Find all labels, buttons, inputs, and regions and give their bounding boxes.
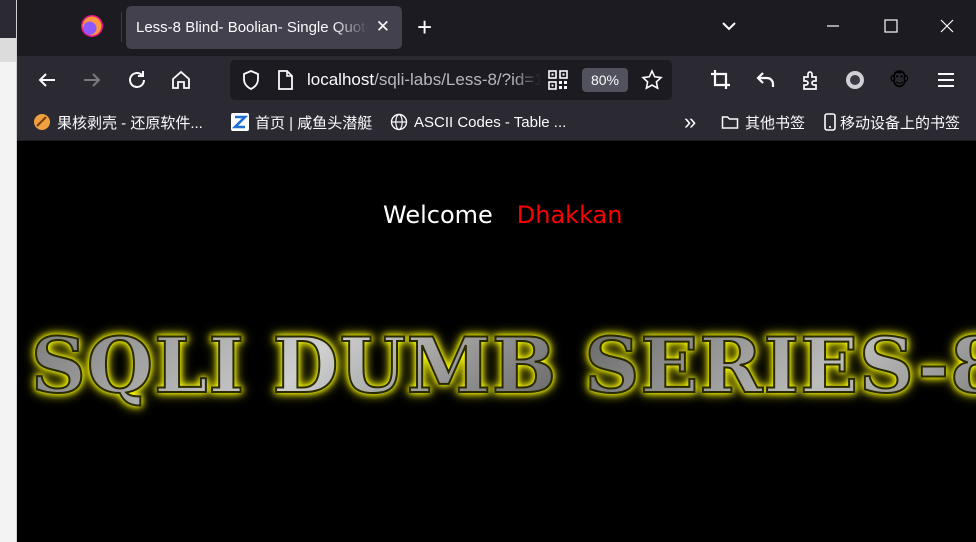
z-logo-icon	[231, 113, 249, 131]
bookmark-item[interactable]: ASCII Codes - Table ...	[390, 112, 566, 132]
hamburger-menu-icon[interactable]	[934, 68, 958, 92]
orange-badge-icon	[33, 113, 51, 131]
address-bar[interactable]: localhost/sqli-labs/Less-8/?id=1 80%	[230, 60, 672, 100]
mobile-phone-icon	[823, 113, 837, 131]
other-bookmarks-folder[interactable]: 其他书签	[721, 112, 805, 132]
crop-icon[interactable]	[709, 68, 733, 92]
tampermonkey-avatar-icon[interactable]: 🐵	[889, 68, 913, 92]
reload-icon[interactable]	[125, 68, 149, 92]
record-circle-icon[interactable]	[843, 68, 867, 92]
extensions-puzzle-icon[interactable]	[799, 68, 823, 92]
chevron-down-icon[interactable]	[717, 14, 741, 38]
tab-strip: Less-8 Blind- Boolian- Single Quotes- St…	[17, 0, 976, 56]
bookmarks-overflow-button[interactable]: »	[684, 109, 696, 134]
zoom-level-button[interactable]: 80%	[582, 68, 628, 92]
navigation-toolbar: localhost/sqli-labs/Less-8/?id=1 80% 🐵	[17, 56, 976, 104]
bookmarks-toolbar: 果核剥壳 - 还原软件... 首页 | 咸鱼头潜艇 ASCII Codes - …	[17, 104, 976, 141]
minimize-icon[interactable]	[823, 16, 843, 36]
welcome-text: Welcome	[383, 201, 493, 229]
firefox-logo-icon[interactable]	[81, 15, 103, 37]
home-icon[interactable]	[169, 68, 193, 92]
close-window-icon[interactable]	[937, 16, 957, 36]
qr-code-icon[interactable]	[548, 70, 568, 90]
new-tab-button[interactable]: +	[417, 13, 432, 41]
browser-window: Less-8 Blind- Boolian- Single Quotes- St…	[17, 0, 976, 542]
tab-title: Less-8 Blind- Boolian- Single Quotes- St…	[136, 19, 368, 36]
page-info-icon[interactable]	[275, 69, 295, 91]
undo-arrow-icon[interactable]	[754, 68, 778, 92]
screen: Less-8 Blind- Boolian- Single Quotes- St…	[0, 0, 976, 542]
maximize-icon[interactable]	[881, 16, 901, 36]
url-path: /sqli-labs/Less-8/?id=1	[374, 70, 541, 89]
back-arrow-icon[interactable]	[35, 68, 59, 92]
url-host: localhost	[307, 70, 375, 89]
tab-active[interactable]: Less-8 Blind- Boolian- Single Quotes- St…	[126, 6, 402, 49]
bookmark-item[interactable]: 首页 | 咸鱼头潜艇	[231, 112, 372, 132]
background-window	[0, 0, 17, 542]
folder-icon	[721, 113, 739, 131]
welcome-message: Welcome Dhakkan	[383, 201, 622, 229]
page-content: Welcome Dhakkan SQLI DUMB SERIES-8	[17, 141, 976, 542]
tab-close-icon[interactable]: ✕	[376, 17, 390, 37]
shield-icon[interactable]	[240, 69, 262, 91]
page-title-banner: SQLI DUMB SERIES-8	[30, 320, 976, 411]
url-input[interactable]: localhost/sqli-labs/Less-8/?id=1	[307, 70, 541, 90]
globe-icon	[390, 113, 408, 131]
bookmark-star-icon[interactable]	[641, 69, 663, 91]
bookmark-item[interactable]: 果核剥壳 - 还原软件...	[33, 112, 203, 132]
forward-arrow-icon[interactable]	[80, 68, 104, 92]
mobile-bookmarks-folder[interactable]: 移动设备上的书签	[823, 112, 960, 132]
username-text: Dhakkan	[516, 201, 623, 229]
